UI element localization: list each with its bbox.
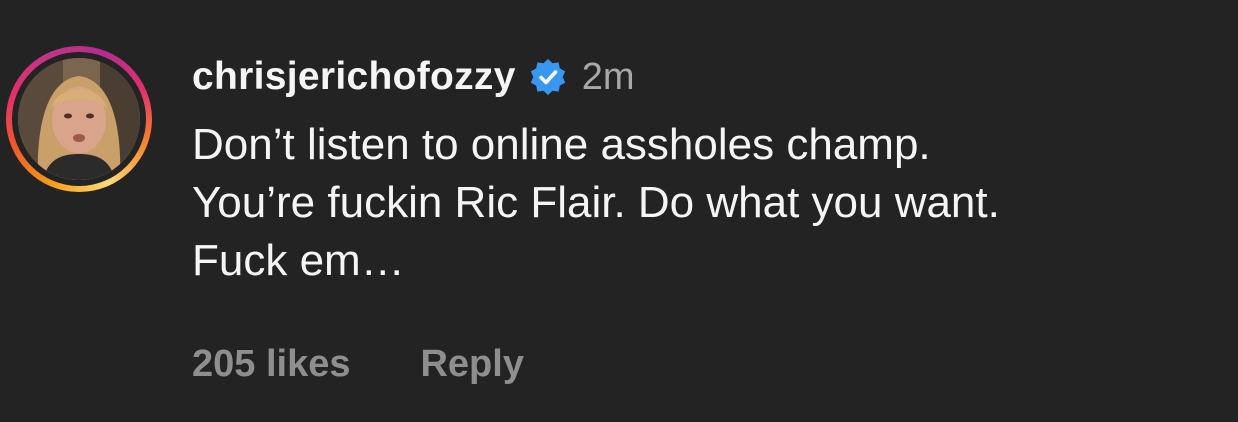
comment-text: Don’t listen to online assholes champ. Y… bbox=[192, 116, 1232, 290]
reply-button[interactable]: Reply bbox=[420, 343, 523, 386]
verified-badge-icon bbox=[528, 57, 568, 97]
likes-count[interactable]: 205 likes bbox=[192, 343, 350, 386]
timestamp: 2m bbox=[581, 55, 635, 98]
comment-header: chrisjerichofozzy 2m bbox=[192, 52, 1232, 102]
username[interactable]: chrisjerichofozzy bbox=[192, 55, 516, 99]
avatar-gap bbox=[12, 52, 146, 186]
comment-footer: 205 likes Reply bbox=[192, 343, 524, 386]
comment-line: Fuck em… bbox=[192, 236, 405, 285]
comment-line: Don’t listen to online assholes champ. bbox=[192, 120, 931, 169]
avatar[interactable] bbox=[18, 58, 140, 180]
comment: chrisjerichofozzy 2m Don’t listen to onl… bbox=[192, 52, 1232, 290]
avatar-image bbox=[18, 58, 140, 180]
story-ring[interactable] bbox=[6, 46, 152, 192]
comment-line: You’re fuckin Ric Flair. Do what you wan… bbox=[192, 178, 1000, 227]
